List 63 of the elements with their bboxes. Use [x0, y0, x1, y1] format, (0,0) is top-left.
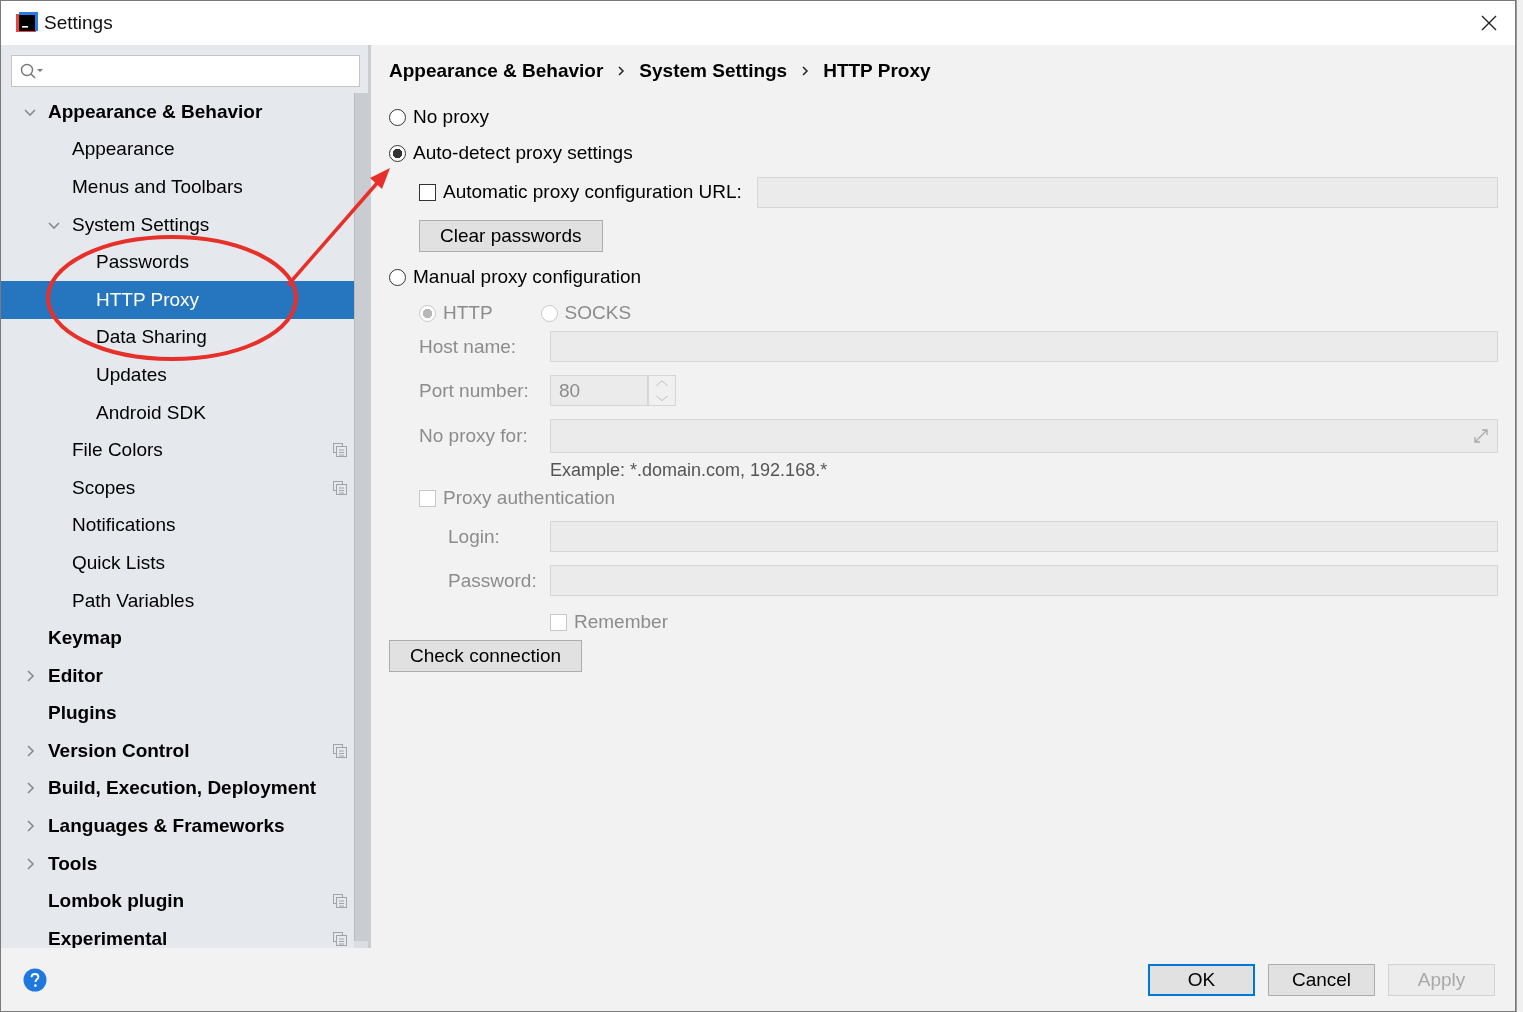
chevron-right-icon[interactable]	[24, 669, 36, 682]
window-title: Settings	[44, 12, 113, 34]
close-icon[interactable]	[1481, 15, 1497, 31]
scrollbar-thumb[interactable]	[354, 93, 368, 941]
tree-item[interactable]: Keymap	[1, 619, 354, 657]
search-icon	[20, 63, 44, 79]
chevron-right-icon	[801, 65, 810, 77]
chevron-right-icon	[617, 65, 626, 77]
login-field[interactable]	[550, 521, 1498, 552]
tree-item[interactable]: Path Variables	[1, 581, 354, 620]
tree-item[interactable]: Editor	[1, 656, 354, 695]
clear-passwords-button[interactable]: Clear passwords	[419, 220, 603, 252]
example-hint: Example: *.domain.com, 192.168.*	[550, 460, 829, 481]
tree-item[interactable]: Plugins	[1, 694, 354, 733]
checkbox-label[interactable]: Automatic proxy configuration URL:	[443, 181, 742, 203]
check-connection-button[interactable]: Check connection	[389, 640, 583, 672]
breadcrumb-item[interactable]: Appearance & Behavior	[389, 60, 604, 82]
chevron-right-icon[interactable]	[24, 857, 36, 870]
expand-icon[interactable]	[1473, 428, 1489, 444]
tree-item[interactable]: File Colors	[1, 431, 354, 469]
dialog-button[interactable]: OK	[1148, 963, 1255, 996]
no-proxy-for-field[interactable]	[550, 419, 1498, 453]
tree-item[interactable]: Languages & Frameworks	[1, 807, 354, 845]
tree-item[interactable]: Version Control	[1, 732, 354, 770]
radio-label[interactable]: No proxy	[413, 106, 490, 128]
chevron-right-icon[interactable]	[24, 744, 36, 757]
tree-item[interactable]: System Settings	[1, 205, 354, 244]
radio-button[interactable]	[389, 108, 406, 126]
chevron-right-icon[interactable]	[24, 820, 36, 833]
tree-item[interactable]: Passwords	[1, 243, 354, 281]
search-field[interactable]	[11, 55, 360, 87]
tree-item[interactable]: Tools	[1, 844, 354, 883]
password-field[interactable]	[550, 565, 1498, 596]
tree-item[interactable]: Data Sharing	[1, 318, 354, 357]
field-label: No proxy for:	[419, 425, 529, 447]
tree-item[interactable]: Appearance & Behavior	[1, 93, 354, 131]
url-field[interactable]	[756, 176, 1498, 208]
host-name-field[interactable]	[550, 331, 1498, 362]
tree-item[interactable]: Appearance	[1, 130, 354, 169]
help-icon[interactable]	[23, 967, 47, 992]
tree-item[interactable]: Experimental	[1, 920, 354, 948]
chevron-right-icon[interactable]	[24, 782, 36, 795]
tree-item[interactable]: Updates	[1, 356, 354, 394]
spinner-control[interactable]	[648, 375, 676, 406]
tree-item[interactable]: HTTP Proxy	[1, 280, 354, 319]
field-label: Port number:	[419, 379, 530, 402]
app-logo-icon	[16, 12, 38, 34]
tree-item[interactable]: Build, Execution, Deployment	[1, 769, 354, 808]
checkbox[interactable]	[419, 183, 436, 201]
dialog-button[interactable]: Cancel	[1268, 963, 1375, 996]
breadcrumb-item[interactable]: System Settings	[639, 60, 788, 82]
tree-item[interactable]: Lombok plugin	[1, 882, 354, 921]
field-label: Password:	[448, 569, 538, 592]
radio-button[interactable]	[389, 144, 406, 162]
tree-item[interactable]: Quick Lists	[1, 544, 354, 582]
breadcrumb-item[interactable]: HTTP Proxy	[823, 60, 931, 82]
field-label: Host name:	[419, 335, 518, 358]
tree-item[interactable]: Android SDK	[1, 393, 354, 432]
radio-label[interactable]: Auto-detect proxy settings	[413, 142, 633, 164]
tree-item[interactable]: Menus and Toolbars	[1, 168, 354, 206]
tree-item[interactable]: Notifications	[1, 506, 354, 545]
field-label: Login:	[448, 525, 501, 548]
tree-item[interactable]: Scopes	[1, 468, 354, 507]
